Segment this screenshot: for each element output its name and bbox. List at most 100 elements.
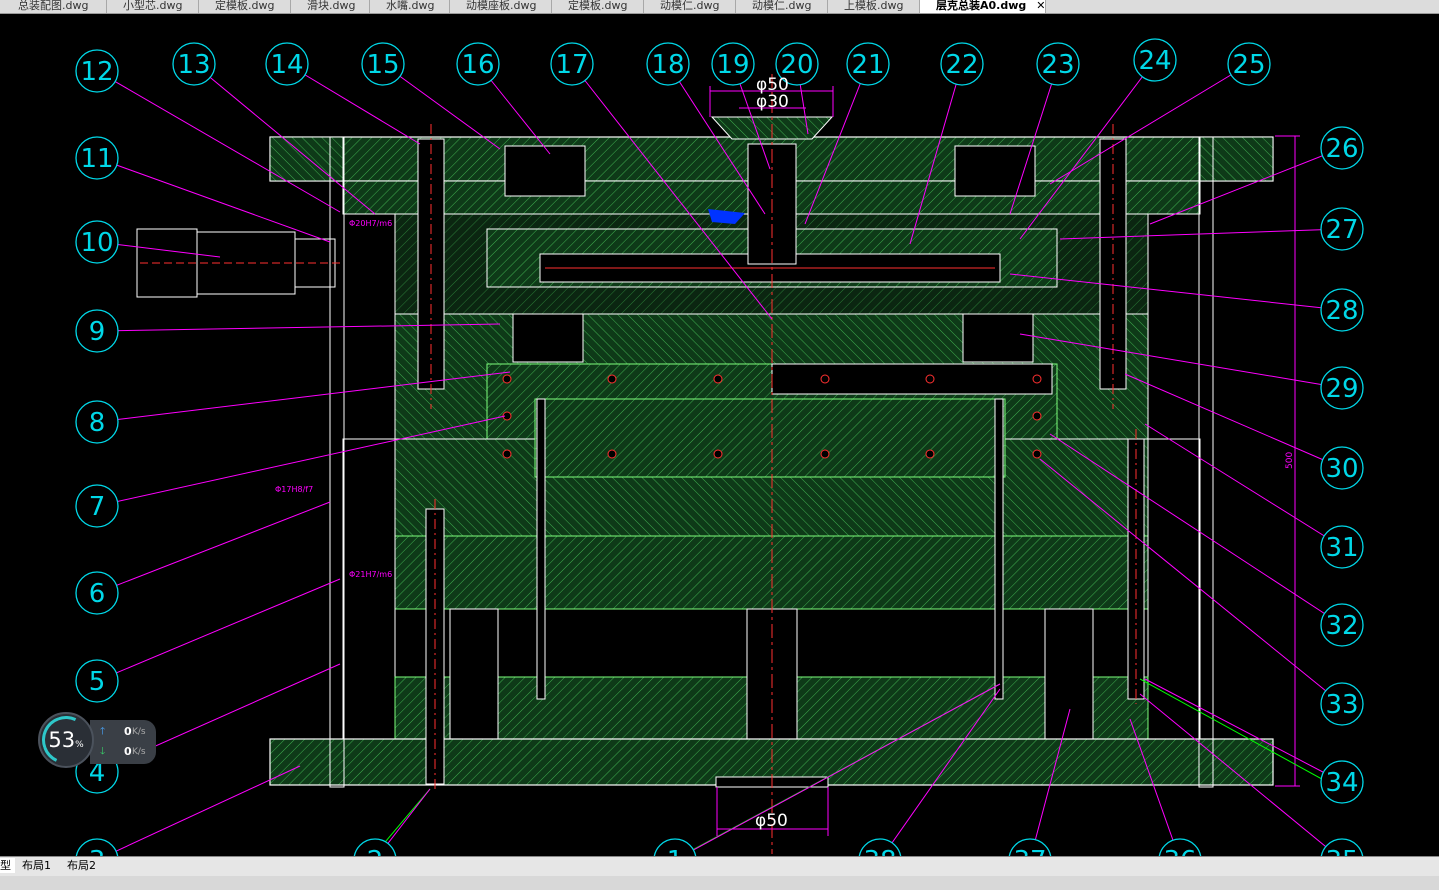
balloon-number: 10 (80, 228, 113, 258)
balloon-38: 38 (858, 838, 902, 856)
balloon-number: 14 (270, 50, 303, 80)
tab-model[interactable]: 型 (0, 858, 15, 873)
network-monitor-widget[interactable]: 🡑 0 K/s 🡓 0 K/s 53% (35, 709, 156, 771)
dim-height: 500 (1285, 452, 1295, 469)
file-tab-label: 小型芯.dwg (123, 0, 183, 12)
file-tab-label: 动模仁.dwg (660, 0, 720, 12)
balloon-number: 38 (863, 846, 896, 856)
close-icon[interactable]: ✕ (1036, 0, 1045, 11)
balloon-11: 11 (75, 136, 119, 180)
file-tab[interactable]: 上模板.dwg (828, 0, 920, 13)
balloon-15: 15 (361, 42, 405, 86)
balloon-27: 27 (1320, 207, 1364, 251)
balloon-13: 13 (172, 42, 216, 86)
file-tab[interactable]: 水嘴.dwg (370, 0, 450, 13)
balloon-number: 36 (1163, 846, 1196, 856)
balloon-number: 11 (80, 144, 113, 174)
mold-assembly-section (136, 74, 1341, 855)
file-tab-label: 定模板.dwg (215, 0, 275, 12)
dim-top-inner: φ30 (756, 92, 789, 112)
balloon-10: 10 (75, 220, 119, 264)
leader-line (1124, 373, 1343, 469)
balloon-14: 14 (265, 42, 309, 86)
file-tab-label: 滑块.dwg (307, 0, 356, 12)
balloon-number: 19 (716, 50, 749, 80)
balloon-number: 15 (366, 50, 399, 80)
balloon-28: 28 (1320, 288, 1364, 332)
balloon-number: 30 (1325, 454, 1358, 484)
balloon-number: 28 (1325, 296, 1358, 326)
fit-annotation-2: Φ17H8/f7 (275, 485, 313, 494)
file-tab[interactable]: 动模仁.dwg (644, 0, 736, 13)
balloon-18: 18 (646, 42, 690, 86)
leader-line (1144, 423, 1343, 548)
balloon-number: 34 (1325, 768, 1358, 798)
file-tab-label: 动模仁.dwg (752, 0, 812, 12)
balloon-number: 33 (1325, 690, 1358, 720)
balloon-number: 32 (1325, 611, 1358, 641)
balloon-number: 25 (1232, 50, 1265, 80)
file-tab-label: 上模板.dwg (844, 0, 904, 12)
status-bar (0, 876, 1439, 890)
balloon-number: 27 (1325, 215, 1358, 245)
balloon-29: 29 (1320, 366, 1364, 410)
balloon-19: 19 (711, 42, 755, 86)
balloon-16: 16 (456, 42, 500, 86)
leader-line (96, 501, 331, 594)
balloon-37: 37 (1008, 838, 1052, 856)
balloon-number: 6 (89, 579, 106, 609)
balloon-6: 6 (75, 571, 119, 615)
balloon-33: 33 (1320, 682, 1364, 726)
balloon-22: 22 (940, 42, 984, 86)
download-speed: 🡓 0 K/s (90, 740, 156, 764)
balloon-21: 21 (846, 42, 890, 86)
balloon-23: 23 (1036, 42, 1080, 86)
balloon-24: 24 (1133, 38, 1177, 82)
balloon-number: 8 (89, 408, 106, 438)
balloon-number: 13 (177, 50, 210, 80)
balloon-number: 5 (89, 667, 106, 697)
fit-annotation-1: Φ20H7/m6 (349, 219, 392, 228)
balloon-number: 12 (80, 57, 113, 87)
file-tab-label: 动模座板.dwg (466, 0, 537, 12)
balloon-number: 29 (1325, 374, 1358, 404)
file-tab[interactable]: 动模座板.dwg (450, 0, 552, 13)
balloon-number: 16 (461, 50, 494, 80)
balloon-number: 37 (1013, 846, 1046, 856)
drawing-canvas[interactable]: 1234567891011121314151617181920212223242… (0, 14, 1439, 856)
balloon-35: 35 (1320, 838, 1364, 856)
leader-line (96, 578, 341, 682)
balloon-number: 26 (1325, 134, 1358, 164)
balloon-number: 31 (1325, 533, 1358, 563)
download-arrow-icon: 🡓 (100, 746, 106, 757)
balloon-1: 1 (653, 838, 697, 856)
file-tab[interactable]: 总装配图.dwg (0, 0, 107, 13)
file-tab[interactable]: 定模板.dwg (552, 0, 644, 13)
file-tab-label: 总装配图.dwg (18, 0, 89, 12)
balloon-number: 21 (851, 50, 884, 80)
balloon-number: 22 (945, 50, 978, 80)
balloon-12: 12 (75, 49, 119, 93)
tab-layout2[interactable]: 布局2 (63, 858, 100, 873)
file-tab[interactable]: 小型芯.dwg (107, 0, 199, 13)
file-tab-label: 定模板.dwg (568, 0, 628, 12)
file-tab-bar: 总装配图.dwg 小型芯.dwg 定模板.dwg 滑块.dwg 水嘴.dwg 动模座板.d… (0, 0, 1439, 14)
balloon-7: 7 (75, 484, 119, 528)
tab-layout1[interactable]: 布局1 (18, 858, 55, 873)
balloon-number: 9 (89, 317, 106, 347)
balloon-31: 31 (1320, 525, 1364, 569)
file-tab[interactable]: 动模仁.dwg (736, 0, 828, 13)
balloon-8: 8 (75, 400, 119, 444)
fit-annotation-3: Φ21H7/m6 (349, 570, 392, 579)
balloon-26: 26 (1320, 126, 1364, 170)
balloon-number: 24 (1138, 46, 1171, 76)
balloon-3: 3 (75, 838, 119, 856)
balloon-number: 1 (667, 846, 684, 856)
memory-usage-gauge: 53% (35, 709, 97, 771)
balloon-number: 18 (651, 50, 684, 80)
file-tab[interactable]: 定模板.dwg (199, 0, 291, 13)
balloon-17: 17 (550, 42, 594, 86)
balloon-number: 35 (1325, 846, 1358, 856)
file-tab[interactable]: 层克总装A0.dwg ✕ (920, 0, 1046, 13)
file-tab[interactable]: 滑块.dwg (291, 0, 370, 13)
